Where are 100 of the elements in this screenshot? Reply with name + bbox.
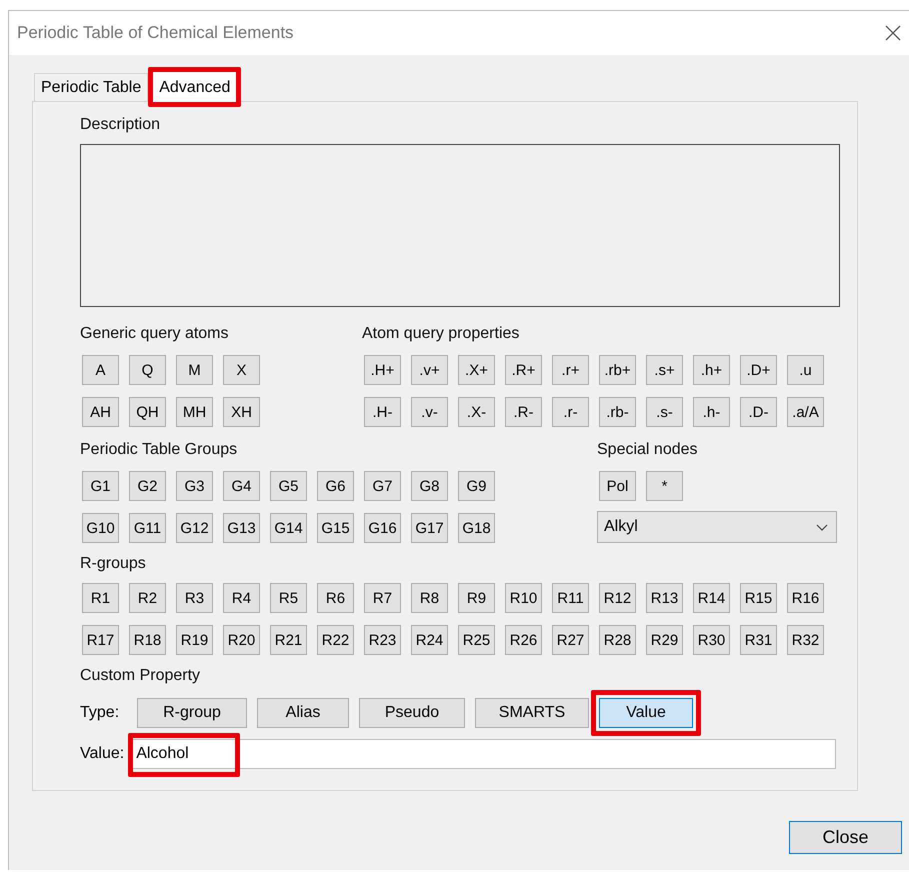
r-number-button[interactable]: R25	[458, 625, 495, 655]
group-button[interactable]: G15	[317, 513, 354, 543]
r-number-button[interactable]: R7	[364, 583, 401, 613]
close-icon[interactable]	[885, 25, 901, 41]
query-atom-button[interactable]: QH	[129, 397, 166, 427]
query-property-button[interactable]: .r-	[552, 397, 589, 427]
group-button[interactable]: G18	[458, 513, 495, 543]
query-property-button[interactable]: .H-	[364, 397, 401, 427]
query-atom-button[interactable]: XH	[223, 397, 260, 427]
group-button[interactable]: G8	[411, 471, 448, 501]
r-number-button[interactable]: R28	[599, 625, 636, 655]
query-property-button[interactable]: .D-	[740, 397, 777, 427]
query-property-button[interactable]: .H+	[364, 355, 401, 385]
r-number-button[interactable]: R30	[693, 625, 730, 655]
r-number-button[interactable]: R3	[176, 583, 213, 613]
close-button[interactable]: Close	[789, 821, 902, 854]
r-number-button[interactable]: R15	[740, 583, 777, 613]
group-button[interactable]: G16	[364, 513, 401, 543]
r-number-button[interactable]: R23	[364, 625, 401, 655]
r-number-button[interactable]: R19	[176, 625, 213, 655]
special-node-button[interactable]: Pol	[599, 471, 636, 501]
group-button[interactable]: G9	[458, 471, 495, 501]
group-button[interactable]: G7	[364, 471, 401, 501]
group-button[interactable]: G1	[82, 471, 119, 501]
r-number-button[interactable]: R17	[82, 625, 119, 655]
query-property-button[interactable]: .rb+	[599, 355, 636, 385]
query-atom-button[interactable]: A	[82, 355, 119, 385]
node-dropdown[interactable]: Alkyl	[597, 511, 837, 543]
group-button[interactable]: G17	[411, 513, 448, 543]
group-button[interactable]: G3	[176, 471, 213, 501]
section-label: Custom Property	[80, 667, 202, 685]
group-button[interactable]: G4	[223, 471, 260, 501]
group-button[interactable]: G12	[176, 513, 213, 543]
type-button[interactable]: Value	[599, 698, 693, 728]
r-number-button[interactable]: R18	[129, 625, 166, 655]
r-number-button[interactable]: R8	[411, 583, 448, 613]
query-property-button[interactable]: .a/A	[787, 397, 824, 427]
r-number-button[interactable]: R13	[646, 583, 683, 613]
query-property-button[interactable]: .R+	[505, 355, 542, 385]
value-label: Value:	[80, 745, 124, 763]
query-property-button[interactable]: .r+	[552, 355, 589, 385]
type-button[interactable]: Pseudo	[359, 698, 465, 728]
r-number-button[interactable]: R26	[505, 625, 542, 655]
query-property-button[interactable]: .v-	[411, 397, 448, 427]
query-property-button[interactable]: .X+	[458, 355, 495, 385]
r-number-button[interactable]: R4	[223, 583, 260, 613]
query-property-button[interactable]: .s+	[646, 355, 683, 385]
section-label: Generic query atoms	[80, 325, 230, 343]
type-button[interactable]: R-group	[137, 698, 247, 728]
r-number-button[interactable]: R32	[787, 625, 824, 655]
group-button[interactable]: G11	[129, 513, 166, 543]
query-property-button[interactable]: .X-	[458, 397, 495, 427]
query-property-button[interactable]: .D+	[740, 355, 777, 385]
query-property-button[interactable]: .u	[787, 355, 824, 385]
group-button[interactable]: G10	[82, 513, 119, 543]
section-label: R-groups	[80, 555, 147, 573]
r-number-button[interactable]: R5	[270, 583, 307, 613]
group-button[interactable]: G14	[270, 513, 307, 543]
group-button[interactable]: G13	[223, 513, 260, 543]
query-property-button[interactable]: .s-	[646, 397, 683, 427]
r-number-button[interactable]: R12	[599, 583, 636, 613]
r-number-button[interactable]: R22	[317, 625, 354, 655]
r-number-button[interactable]: R27	[552, 625, 589, 655]
r-number-button[interactable]: R29	[646, 625, 683, 655]
r-number-button[interactable]: R16	[787, 583, 824, 613]
r-number-button[interactable]: R9	[458, 583, 495, 613]
r-number-button[interactable]: R1	[82, 583, 119, 613]
query-property-button[interactable]: .h+	[693, 355, 730, 385]
r-number-button[interactable]: R6	[317, 583, 354, 613]
group-button[interactable]: G6	[317, 471, 354, 501]
query-atom-button[interactable]: AH	[82, 397, 119, 427]
query-property-button[interactable]: .v+	[411, 355, 448, 385]
r-number-button[interactable]: R24	[411, 625, 448, 655]
group-button[interactable]: G5	[270, 471, 307, 501]
type-button[interactable]: Alias	[257, 698, 349, 728]
r-number-button[interactable]: R31	[740, 625, 777, 655]
r-number-button[interactable]: R10	[505, 583, 542, 613]
r-number-button[interactable]: R21	[270, 625, 307, 655]
r-number-button[interactable]: R14	[693, 583, 730, 613]
query-property-button[interactable]: .rb-	[599, 397, 636, 427]
query-atom-button[interactable]: Q	[129, 355, 166, 385]
type-button[interactable]: SMARTS	[475, 698, 589, 728]
section-label: Special nodes	[597, 441, 699, 459]
query-property-button[interactable]: .R-	[505, 397, 542, 427]
tab[interactable]: Advanced	[153, 72, 236, 102]
query-atom-button[interactable]: X	[223, 355, 260, 385]
description-field[interactable]	[80, 144, 840, 307]
group-button[interactable]: G2	[129, 471, 166, 501]
r-number-button[interactable]: R2	[129, 583, 166, 613]
r-number-button[interactable]: R11	[552, 583, 589, 613]
query-property-button[interactable]: .h-	[693, 397, 730, 427]
window-title: Periodic Table of Chemical Elements	[17, 23, 294, 43]
r-number-button[interactable]: R20	[223, 625, 260, 655]
tab[interactable]: Periodic Table	[34, 73, 148, 101]
dropdown-value: Alkyl	[604, 518, 638, 536]
query-atom-button[interactable]: M	[176, 355, 213, 385]
section-label: Atom query properties	[362, 325, 520, 343]
query-atom-button[interactable]: MH	[176, 397, 213, 427]
type-label: Type:	[80, 704, 120, 722]
special-node-button[interactable]: *	[646, 471, 683, 501]
